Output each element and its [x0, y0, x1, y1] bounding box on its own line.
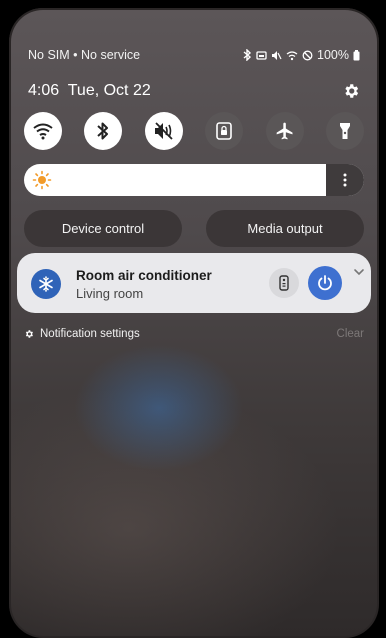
battery-icon: [353, 49, 360, 60]
power-button[interactable]: [308, 266, 342, 300]
bluetooth-toggle[interactable]: [84, 112, 123, 150]
header: 4:06 Tue, Oct 22: [28, 80, 360, 102]
remote-icon: [279, 275, 289, 291]
notification-title: Room air conditioner: [76, 268, 212, 283]
wifi-icon: [286, 50, 298, 60]
notification-settings-label: Notification settings: [40, 328, 140, 340]
power-icon: [318, 275, 332, 291]
snowflake-icon: [39, 276, 53, 292]
brightness-more-button[interactable]: [326, 164, 364, 196]
chevron-down-icon[interactable]: [353, 267, 365, 277]
bluetooth-icon: [243, 49, 252, 61]
status-bar: No SIM • No service 100%: [28, 46, 360, 64]
mute-icon: [272, 50, 282, 60]
device-control-button[interactable]: Device control: [24, 210, 182, 247]
gear-icon[interactable]: [342, 82, 360, 100]
battery-text: 100%: [317, 48, 349, 62]
carrier-text: No SIM • No service: [28, 48, 141, 62]
airplane-toggle[interactable]: [265, 112, 304, 150]
remote-button[interactable]: [269, 268, 299, 298]
wifi-toggle[interactable]: [24, 112, 62, 150]
screen-lock-icon: [216, 122, 232, 140]
screen-lock-toggle[interactable]: [205, 112, 244, 150]
sun-icon: [32, 170, 52, 190]
dnd-icon: [302, 50, 313, 60]
media-output-button[interactable]: Media output: [206, 210, 364, 247]
time-date: 4:06 Tue, Oct 22: [28, 82, 151, 99]
app-icon: [31, 269, 61, 299]
more-vert-icon: [343, 173, 347, 187]
gear-icon: [25, 330, 33, 338]
bluetooth-icon: [97, 122, 109, 140]
mute-toggle[interactable]: [144, 112, 183, 150]
flashlight-toggle[interactable]: [325, 112, 364, 150]
airplane-icon: [276, 122, 293, 140]
clear-button[interactable]: Clear: [337, 328, 364, 340]
status-icons: 100%: [243, 48, 360, 62]
notification-footer: Notification settings Clear: [24, 325, 364, 343]
shortcut-buttons: Device control Media output: [24, 210, 364, 247]
notification-subtitle: Living room: [76, 286, 144, 301]
notification-card[interactable]: Room air conditioner Living room: [17, 253, 371, 313]
brightness-slider[interactable]: [24, 164, 364, 196]
notification-shade: [9, 8, 379, 638]
mute-icon: [154, 122, 173, 140]
notification-settings-link[interactable]: Notification settings: [24, 328, 140, 340]
cast-icon: [256, 50, 267, 60]
quick-settings-row: [24, 112, 364, 150]
wifi-icon: [33, 123, 53, 140]
flashlight-icon: [339, 123, 350, 139]
